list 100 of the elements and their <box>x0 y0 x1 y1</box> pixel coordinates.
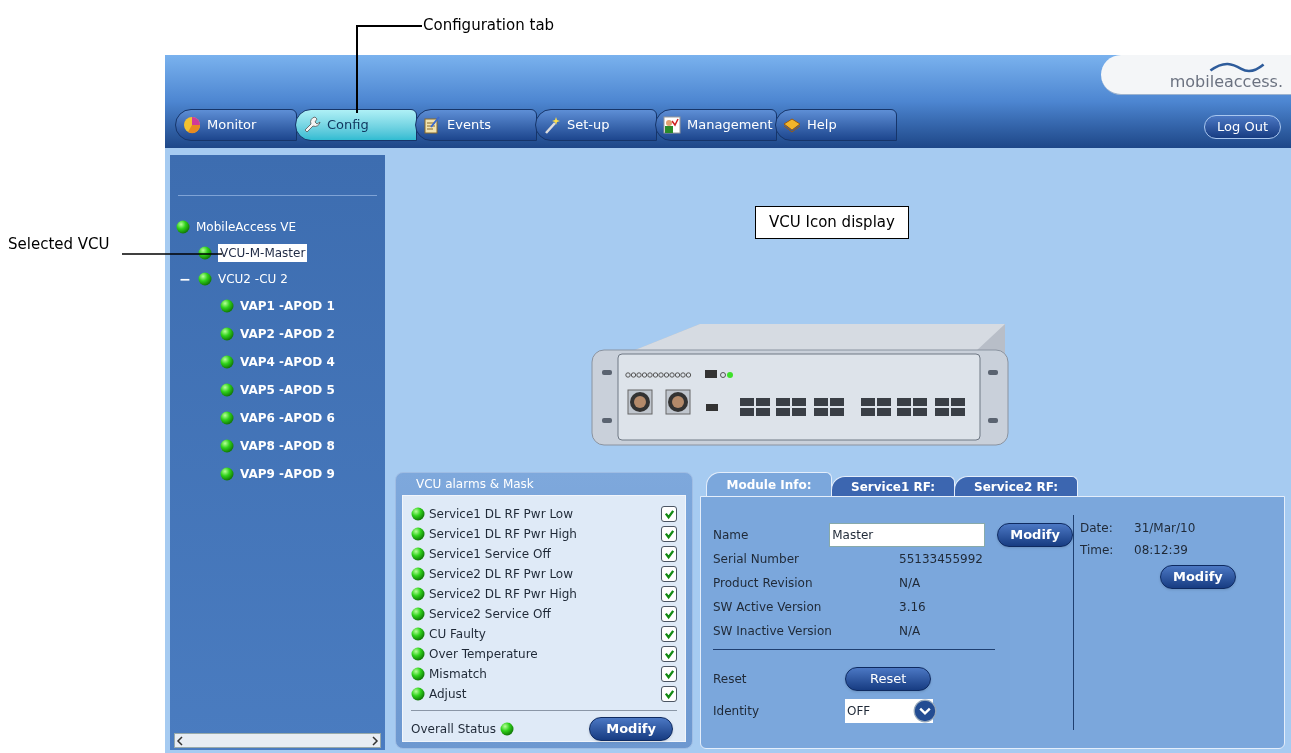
mask-checkbox[interactable] <box>661 506 677 522</box>
field-label: Product Revision <box>713 575 814 592</box>
mask-checkbox[interactable] <box>661 666 677 682</box>
nav-tab[interactable]: Management <box>655 109 777 141</box>
alarm-label: Service1 DL RF Pwr High <box>429 526 578 543</box>
check-icon <box>663 668 675 680</box>
status-dot-icon <box>220 411 234 425</box>
alarm-label: Mismatch <box>429 666 488 683</box>
status-dot-icon <box>220 439 234 453</box>
field-value: 08:12:39 <box>1134 542 1188 559</box>
scroll-right-icon <box>370 735 380 746</box>
reset-button[interactable]: Reset <box>845 667 932 691</box>
field-value: 31/Mar/10 <box>1134 520 1196 537</box>
collapse-toggle[interactable]: − <box>178 268 192 290</box>
field-label: Identity <box>713 703 760 720</box>
mask-checkbox[interactable] <box>661 526 677 542</box>
status-dot-icon <box>411 527 425 541</box>
tree-item[interactable]: VAP6 -APOD 6 <box>240 409 335 427</box>
tree-item[interactable]: VAP9 -APOD 9 <box>240 465 335 483</box>
chart-icon <box>182 115 202 135</box>
check-icon <box>663 608 675 620</box>
status-dot-icon <box>411 567 425 581</box>
overall-status-label: Overall Status <box>411 721 496 738</box>
field-label: Date: <box>1080 520 1114 537</box>
modify-button[interactable]: Modify <box>997 523 1073 547</box>
status-dot-icon <box>411 647 425 661</box>
tree-item[interactable]: VAP2 -APOD 2 <box>240 325 335 343</box>
mask-checkbox[interactable] <box>661 686 677 702</box>
module-tab[interactable]: Service2 RF: <box>954 476 1078 496</box>
status-dot-icon <box>499 722 514 736</box>
nav-tab[interactable]: Config <box>295 109 417 141</box>
panel-title: VCU alarms & Mask <box>415 476 535 493</box>
nav-tab[interactable]: Help <box>775 109 897 141</box>
status-dot-icon <box>411 607 425 621</box>
alarm-label: Service1 Service Off <box>429 546 552 563</box>
field-label: Reset <box>713 671 748 688</box>
nav-tab[interactable]: Events <box>415 109 537 141</box>
logout-button[interactable]: Log Out <box>1204 115 1281 139</box>
tree-item[interactable]: VAP1 -APOD 1 <box>240 297 335 315</box>
mask-checkbox[interactable] <box>661 626 677 642</box>
mask-checkbox[interactable] <box>661 606 677 622</box>
status-dot-icon <box>411 587 425 601</box>
status-dot-icon <box>220 327 234 341</box>
status-dot-icon <box>411 667 425 681</box>
status-dot-icon <box>220 467 234 481</box>
callout-label: VCU Icon display <box>755 206 909 239</box>
status-dot-icon <box>220 355 234 369</box>
mask-checkbox[interactable] <box>661 566 677 582</box>
field-value: 3.16 <box>899 599 926 616</box>
status-dot-icon <box>411 687 425 701</box>
alarm-label: CU Faulty <box>429 626 487 643</box>
tree-item[interactable]: MobileAccess VE <box>196 218 297 236</box>
check-icon <box>663 648 675 660</box>
status-dot-icon <box>411 507 425 521</box>
check-icon <box>663 548 675 560</box>
mask-checkbox[interactable] <box>661 546 677 562</box>
tree-item[interactable]: VAP4 -APOD 4 <box>240 353 335 371</box>
field-value: N/A <box>899 623 921 640</box>
modify-button[interactable]: Modify <box>1160 565 1236 589</box>
check-icon <box>663 588 675 600</box>
check-icon <box>663 688 675 700</box>
alarm-label: Service2 DL RF Pwr High <box>429 586 578 603</box>
nav-tab[interactable]: Set-up <box>535 109 657 141</box>
callout-label: Selected VCU <box>8 234 110 255</box>
nav-tab[interactable]: Monitor <box>175 109 297 141</box>
swoosh-icon <box>1207 62 1267 74</box>
person-icon <box>662 115 682 135</box>
wand-icon <box>542 115 562 135</box>
mask-checkbox[interactable] <box>661 586 677 602</box>
alarm-label: Service1 DL RF Pwr Low <box>429 506 575 523</box>
tree-item[interactable]: VCU-M-Master <box>218 244 308 262</box>
module-tab[interactable]: Service1 RF: <box>831 476 955 496</box>
wrench-icon <box>302 115 322 135</box>
scroll-left-icon <box>175 735 185 746</box>
status-dot-icon <box>220 383 234 397</box>
field-value: 55133455992 <box>899 551 983 568</box>
status-dot-icon <box>198 246 212 260</box>
status-dot-icon <box>220 299 234 313</box>
status-dot-icon <box>198 272 212 286</box>
field-label: SW Active Version <box>713 599 823 616</box>
tree-item[interactable]: VAP8 -APOD 8 <box>240 437 335 455</box>
mask-checkbox[interactable] <box>661 646 677 662</box>
alarm-label: Adjust <box>429 686 468 703</box>
name-field[interactable]: Master <box>829 523 986 547</box>
field-label: Time: <box>1080 542 1115 559</box>
field-value: N/A <box>899 575 921 592</box>
field-label: Serial Number <box>713 551 800 568</box>
tree-item[interactable]: VCU2 -CU 2 <box>218 270 288 288</box>
check-icon <box>663 508 675 520</box>
tree-item[interactable]: VAP5 -APOD 5 <box>240 381 335 399</box>
alarm-label: Service2 DL RF Pwr Low <box>429 566 575 583</box>
alarm-label: Service2 Service Off <box>429 606 552 623</box>
horizontal-scrollbar[interactable] <box>174 733 381 748</box>
alarm-label: Over Temperature <box>429 646 539 663</box>
check-icon <box>663 528 675 540</box>
notes-icon <box>422 115 442 135</box>
modify-button[interactable]: Modify <box>589 717 673 741</box>
field-label: Name <box>713 527 750 544</box>
check-icon <box>663 568 675 580</box>
status-dot-icon <box>176 220 190 234</box>
